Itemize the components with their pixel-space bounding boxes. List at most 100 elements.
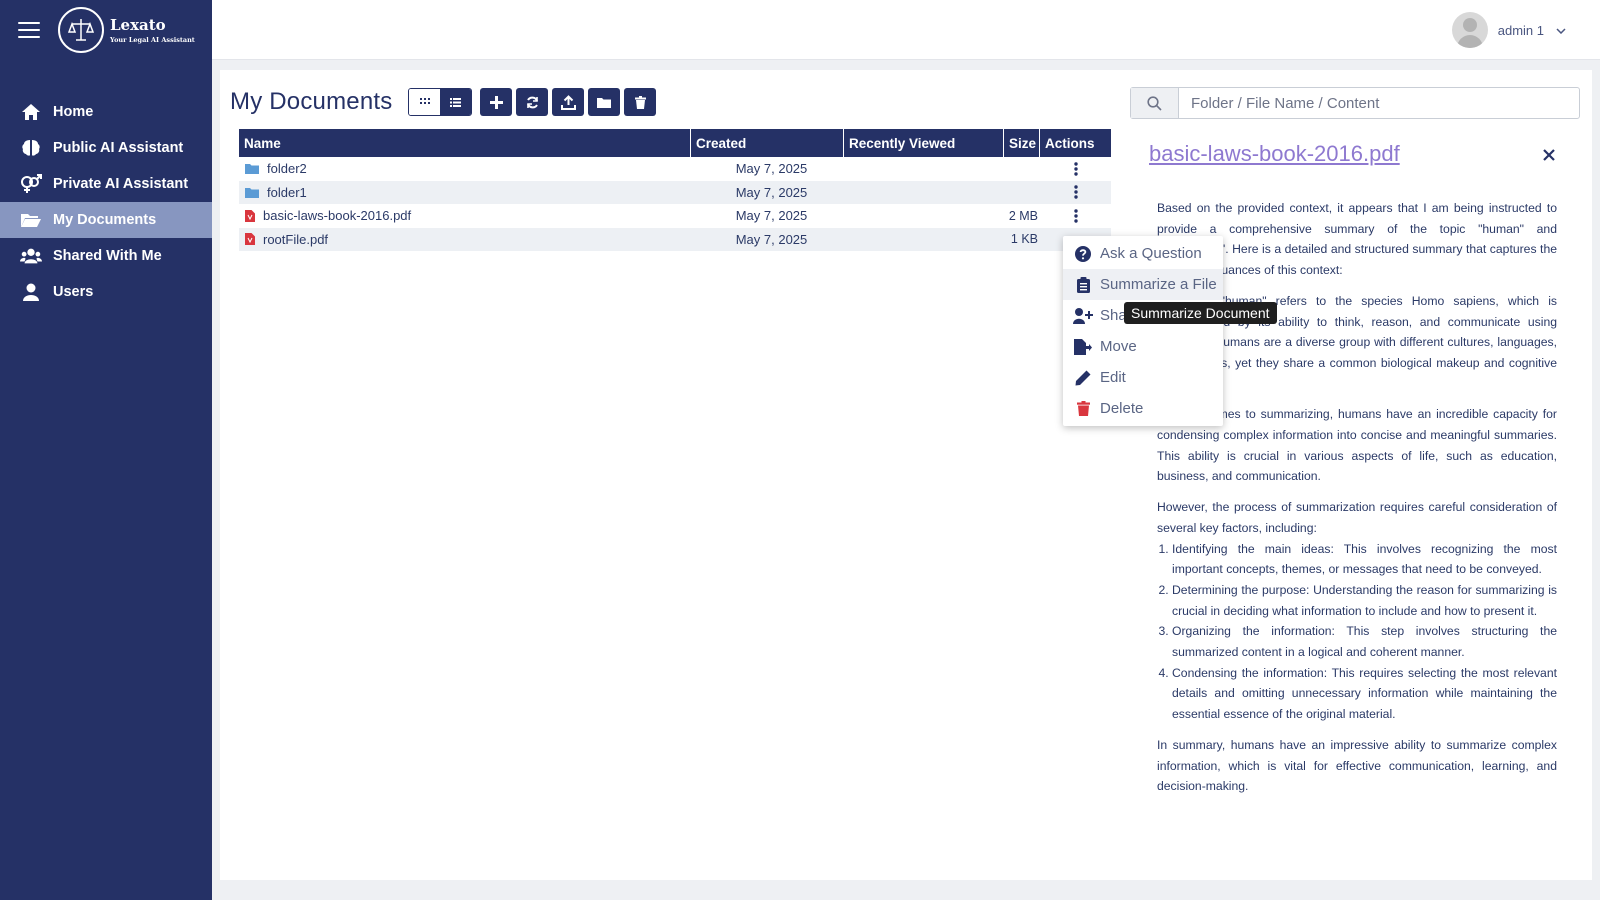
pdf-file-icon (245, 233, 255, 246)
summary-list-item: Organizing the information: This step in… (1172, 621, 1557, 662)
user-icon (20, 281, 42, 303)
avatar (1451, 12, 1488, 48)
sidebar-item-my-documents[interactable]: My Documents (0, 202, 212, 238)
file-name[interactable]: basic-laws-book-2016.pdf (263, 208, 411, 223)
column-header-actions: Actions (1045, 135, 1095, 151)
menu-item-label: Summarize a File (1100, 276, 1217, 293)
sidebar-item-label: Users (53, 284, 94, 300)
hamburger-menu-icon[interactable] (18, 22, 40, 38)
menu-item-move[interactable]: Move (1063, 331, 1223, 362)
more-actions-icon[interactable] (1040, 185, 1111, 199)
page-title: My Documents (230, 88, 393, 115)
table-row[interactable]: folder2 May 7, 2025 (239, 157, 1111, 181)
summary-file-title[interactable]: basic-laws-book-2016.pdf (1149, 141, 1400, 167)
menu-item-label: Edit (1100, 369, 1126, 386)
created-date: May 7, 2025 (735, 208, 808, 224)
plus-icon (489, 95, 503, 109)
question-circle-icon (1072, 245, 1094, 262)
menu-item-label: Move (1100, 338, 1137, 355)
menu-item-label: Delete (1100, 400, 1144, 417)
file-name[interactable]: folder1 (267, 185, 307, 200)
file-size: 2 MB (1008, 208, 1038, 223)
sidebar-item-shared-with-me[interactable]: Shared With Me (0, 238, 212, 274)
folder-icon (597, 97, 612, 108)
more-actions-icon[interactable] (1040, 209, 1111, 223)
file-name[interactable]: rootFile.pdf (263, 232, 328, 247)
menu-item-summarize-file[interactable]: Summarize a File (1063, 269, 1223, 300)
clipboard-list-icon (1072, 276, 1094, 293)
new-folder-button[interactable] (588, 88, 621, 116)
menu-item-delete[interactable]: Delete (1063, 393, 1223, 424)
table-row[interactable]: basic-laws-book-2016.pdf May 7, 2025 2 M… (239, 204, 1111, 228)
refresh-button[interactable] (516, 88, 549, 116)
folder-open-icon (20, 209, 42, 231)
menu-item-label: Ask a Question (1100, 245, 1202, 262)
column-header-size[interactable]: Size (1004, 129, 1040, 157)
list-view-button[interactable] (440, 89, 472, 115)
pdf-file-icon (245, 209, 255, 222)
search-input[interactable] (1179, 88, 1579, 118)
menu-item-edit[interactable]: Edit (1063, 362, 1223, 393)
file-export-icon (1072, 338, 1094, 355)
venus-mars-icon (20, 173, 42, 195)
created-date: May 7, 2025 (735, 184, 808, 200)
sidebar-item-users[interactable]: Users (0, 274, 212, 310)
column-header-name[interactable]: Name (239, 129, 691, 157)
view-toggle (408, 88, 473, 116)
home-icon (20, 101, 42, 123)
file-size: 1 KB (1010, 232, 1038, 247)
trash-icon (634, 95, 646, 109)
brand-tagline: Your Legal AI Assistant (110, 36, 195, 44)
toolbar (408, 88, 657, 116)
scales-of-justice-icon (58, 7, 104, 53)
sidebar-nav: Home Public AI Assistant Private AI Assi… (0, 94, 212, 310)
sidebar-item-label: Public AI Assistant (53, 140, 184, 156)
search-box (1130, 87, 1580, 119)
summary-list: Identifying the main ideas: This involve… (1172, 539, 1557, 725)
username: admin 1 (1497, 22, 1544, 38)
brand-logo[interactable]: Lexato Your Legal AI Assistant (58, 7, 195, 53)
menu-item-ask-question[interactable]: Ask a Question (1063, 238, 1223, 269)
refresh-icon (527, 96, 538, 108)
sidebar-item-label: Private AI Assistant (53, 176, 189, 192)
user-menu[interactable]: admin 1 (1451, 12, 1566, 48)
user-plus-icon (1072, 307, 1094, 324)
grid-view-button[interactable] (409, 89, 441, 115)
chevron-down-icon (1556, 21, 1566, 39)
more-actions-icon[interactable] (1040, 162, 1111, 176)
sidebar-item-label: Home (53, 104, 94, 120)
tooltip: Summarize Document (1124, 302, 1277, 324)
summary-paragraph: However, the process of summarization re… (1157, 500, 1557, 535)
delete-button[interactable] (624, 88, 657, 116)
file-actions-menu: Ask a Question Summarize a File Share Mo… (1063, 236, 1223, 426)
sidebar-item-private-ai-assistant[interactable]: Private AI Assistant (0, 166, 212, 202)
search-icon[interactable] (1131, 88, 1179, 118)
grid-icon (419, 98, 430, 104)
column-header-created[interactable]: Created (691, 129, 844, 157)
add-button[interactable] (480, 88, 513, 116)
documents-table: Name Created Recently Viewed Size Action… (239, 129, 1111, 251)
file-name[interactable]: folder2 (267, 161, 307, 176)
summary-list-item: Identifying the main ideas: This involve… (1172, 539, 1557, 580)
top-bar: admin 1 (212, 0, 1600, 60)
summary-list-item: Determining the purpose: Understanding t… (1172, 580, 1557, 621)
table-header: Name Created Recently Viewed Size Action… (239, 129, 1111, 157)
brain-icon (20, 137, 42, 159)
created-date: May 7, 2025 (735, 231, 808, 247)
sidebar-header: Lexato Your Legal AI Assistant (0, 0, 212, 60)
table-row[interactable]: rootFile.pdf May 7, 2025 1 KB (239, 227, 1111, 251)
sidebar-item-public-ai-assistant[interactable]: Public AI Assistant (0, 130, 212, 166)
table-body: folder2 May 7, 2025 folder1 May 7, 2025 … (239, 157, 1111, 251)
summary-paragraph: In summary, humans have an impressive ab… (1157, 737, 1557, 794)
trash-icon (1072, 401, 1094, 416)
table-row[interactable]: folder1 May 7, 2025 (239, 180, 1111, 204)
upload-icon (560, 94, 576, 110)
folder-icon (245, 163, 259, 175)
close-icon[interactable] (1540, 146, 1558, 164)
column-header-recently-viewed[interactable]: Recently Viewed (844, 129, 1004, 157)
sidebar-item-home[interactable]: Home (0, 94, 212, 130)
created-date: May 7, 2025 (735, 161, 808, 177)
sidebar-item-label: My Documents (53, 212, 157, 228)
upload-button[interactable] (552, 88, 585, 116)
sidebar-item-label: Shared With Me (53, 248, 162, 264)
